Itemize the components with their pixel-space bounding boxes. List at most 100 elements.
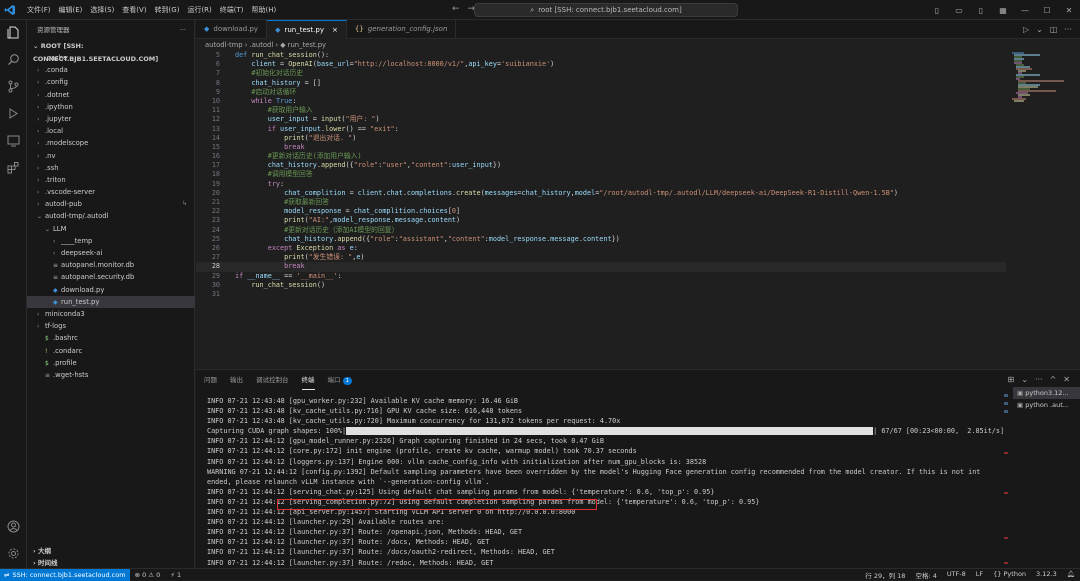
code-line[interactable]: 13 if user_input.lower() == "exit": — [196, 125, 1006, 134]
language-mode[interactable]: {} Python — [988, 570, 1031, 580]
close-tab-icon[interactable]: × — [332, 21, 338, 40]
menu-item[interactable]: 运行(R) — [183, 0, 215, 20]
indentation-status[interactable]: 空格: 4 — [910, 570, 941, 580]
code-line[interactable]: 11 #获取用户输入 — [196, 106, 1006, 115]
encoding-status[interactable]: UTF-8 — [942, 570, 971, 580]
notifications-bell-icon[interactable]: 🔔︎ — [1062, 570, 1080, 580]
outline-section[interactable]: › 大纲 — [27, 545, 195, 557]
back-arrow-icon[interactable]: ← — [452, 4, 460, 14]
code-line[interactable]: 8 chat_history = [] — [196, 79, 1006, 88]
layout-sidebar-icon[interactable]: ▯ — [926, 6, 948, 15]
panel-tab[interactable]: 输出 — [230, 370, 243, 390]
extensions-icon[interactable] — [5, 159, 22, 176]
code-line[interactable]: 7 #初始化对话历史 — [196, 69, 1006, 78]
code-line[interactable]: 30 run_chat_session() — [196, 281, 1006, 290]
menu-item[interactable]: 帮助(H) — [248, 0, 281, 20]
close-panel-icon[interactable]: ✕ — [1063, 375, 1070, 384]
code-line[interactable]: 5 def run_chat_session(): — [196, 51, 1006, 60]
panel-tab[interactable]: 问题 — [204, 370, 217, 390]
folder-item[interactable]: › .ssh — [27, 162, 195, 174]
folder-item[interactable]: › .dotnet — [27, 89, 195, 101]
code-line[interactable]: 6 client = OpenAI(base_url="http://local… — [196, 60, 1006, 69]
editor-tab[interactable]: ◆ download.py — [196, 20, 268, 39]
layout-panel-icon[interactable]: ▭ — [948, 6, 970, 15]
explorer-icon[interactable] — [5, 24, 22, 41]
layout-custom-icon[interactable]: ▦ — [992, 6, 1014, 15]
menu-item[interactable]: 终端(T) — [216, 0, 248, 20]
folder-item[interactable]: › .vscode-server — [27, 186, 195, 198]
more-icon[interactable]: ··· — [1064, 25, 1072, 34]
editor-tab[interactable]: {} generation_config.json — [347, 20, 457, 39]
editor-tab[interactable]: ◆ run_test.py × — [267, 20, 347, 39]
code-line[interactable]: 12 user_input = input("用户: ") — [196, 115, 1006, 124]
maximize-panel-icon[interactable]: ^ — [1050, 375, 1057, 384]
file-item[interactable]: ≡ autopanel.security.db — [27, 271, 195, 283]
code-line[interactable]: 18 #调用模型回答 — [196, 170, 1006, 179]
folder-item[interactable]: › .triton — [27, 174, 195, 186]
file-item[interactable]: ◆ run_test.py — [27, 295, 195, 308]
code-line[interactable]: 10 while True: — [196, 97, 1006, 106]
remote-explorer-icon[interactable] — [5, 132, 22, 149]
panel-tab[interactable]: 调试控制台 — [256, 370, 289, 390]
problems-status[interactable]: ⊗ 0 ⚠ 0 — [130, 571, 166, 579]
terminal-scrollbar[interactable] — [1003, 392, 1009, 567]
run-chevron-icon[interactable]: ⌄ — [1036, 25, 1043, 34]
run-debug-icon[interactable] — [5, 105, 22, 122]
folder-item[interactable]: › miniconda3 — [27, 308, 195, 320]
eol-status[interactable]: LF — [971, 570, 988, 580]
code-line[interactable]: 19 try: — [196, 180, 1006, 189]
run-icon[interactable]: ▷ — [1023, 25, 1029, 34]
folder-item[interactable]: › .modelscope — [27, 137, 195, 149]
code-line[interactable]: 20 chat_complition = client.chat.complet… — [196, 189, 1006, 198]
code-line[interactable]: 29 if __name__ == '__main__': — [196, 272, 1006, 281]
file-item[interactable]: ◆ download.py — [27, 284, 195, 296]
layout-secondary-icon[interactable]: ▯ — [970, 6, 992, 15]
cursor-position[interactable]: 行 29，列 18 — [860, 570, 910, 580]
terminal-output[interactable]: INFO 07-21 12:43:48 [gpu_worker.py:232] … — [207, 396, 1005, 578]
command-center[interactable]: ⌕ root [SSH: connect.bjb1.seetacloud.com… — [474, 3, 738, 17]
maximize-icon[interactable]: ☐ — [1036, 6, 1058, 15]
more-actions-icon[interactable]: ··· — [180, 20, 186, 40]
menu-item[interactable]: 选择(S) — [86, 0, 118, 20]
code-line[interactable]: 28 break — [196, 262, 1006, 272]
minimap[interactable] — [1010, 51, 1066, 111]
code-line[interactable]: 21 #获取最新回答 — [196, 198, 1006, 207]
code-line[interactable]: 24 #更新对话历史（添加AI模型的回复） — [196, 226, 1006, 235]
code-line[interactable]: 9 #启动对话循环 — [196, 88, 1006, 97]
folder-item[interactable]: ⌄ LLM — [27, 223, 195, 235]
folder-item[interactable]: › .local — [27, 125, 195, 137]
code-line[interactable]: 27 print("发生错误: ",e) — [196, 253, 1006, 262]
menu-item[interactable]: 查看(V) — [118, 0, 150, 20]
folder-item[interactable]: › tf-logs — [27, 320, 195, 332]
panel-tab[interactable]: 端口 1 — [328, 370, 352, 390]
code-line[interactable]: 23 print("AI:",model_response.message.co… — [196, 216, 1006, 225]
menu-item[interactable]: 转到(G) — [151, 0, 184, 20]
close-icon[interactable]: ✕ — [1058, 6, 1080, 15]
code-line[interactable]: 31 — [196, 290, 1006, 299]
terminal-instance[interactable]: ▣ python .aut... — [1013, 399, 1080, 411]
folder-item[interactable]: › .config — [27, 76, 195, 88]
account-icon[interactable] — [5, 518, 22, 535]
folder-item[interactable]: › ____temp — [27, 235, 195, 247]
menu-item[interactable]: 编辑(E) — [55, 0, 87, 20]
folder-item[interactable]: › .jupyter — [27, 113, 195, 125]
file-item[interactable]: $ .profile — [27, 357, 195, 369]
folder-item[interactable]: › .conda — [27, 64, 195, 76]
file-item[interactable]: ≡ .wget-hsts — [27, 369, 195, 381]
minimize-icon[interactable]: — — [1014, 6, 1036, 15]
code-line[interactable]: 25 chat_history.append({"role":"assistan… — [196, 235, 1006, 244]
code-line[interactable]: 17 chat_history.append({"role":"user","c… — [196, 161, 1006, 170]
remote-indicator[interactable]: ⇌ SSH: connect.bjb1.seetacloud.com — [0, 568, 130, 581]
code-line[interactable]: 14 print("退出对话. ") — [196, 134, 1006, 143]
settings-gear-icon[interactable] — [5, 545, 22, 562]
code-line[interactable]: 15 break — [196, 143, 1006, 152]
breadcrumb[interactable]: autodl-tmp › .autodl › ◆ run_test.py — [196, 39, 1080, 51]
split-editor-icon[interactable]: ◫ — [1050, 25, 1058, 34]
ports-status[interactable]: ⚡ 1 — [165, 571, 186, 579]
menu-item[interactable]: 文件(F) — [23, 0, 55, 20]
file-item[interactable]: ≡ autopanel.monitor.db — [27, 259, 195, 271]
folder-item[interactable]: › .nv — [27, 150, 195, 162]
code-line[interactable]: 26 except Exception as e: — [196, 244, 1006, 253]
code-view[interactable]: 5 def run_chat_session(): 6 client = OpenA… — [196, 51, 1006, 299]
search-icon[interactable] — [5, 51, 22, 68]
